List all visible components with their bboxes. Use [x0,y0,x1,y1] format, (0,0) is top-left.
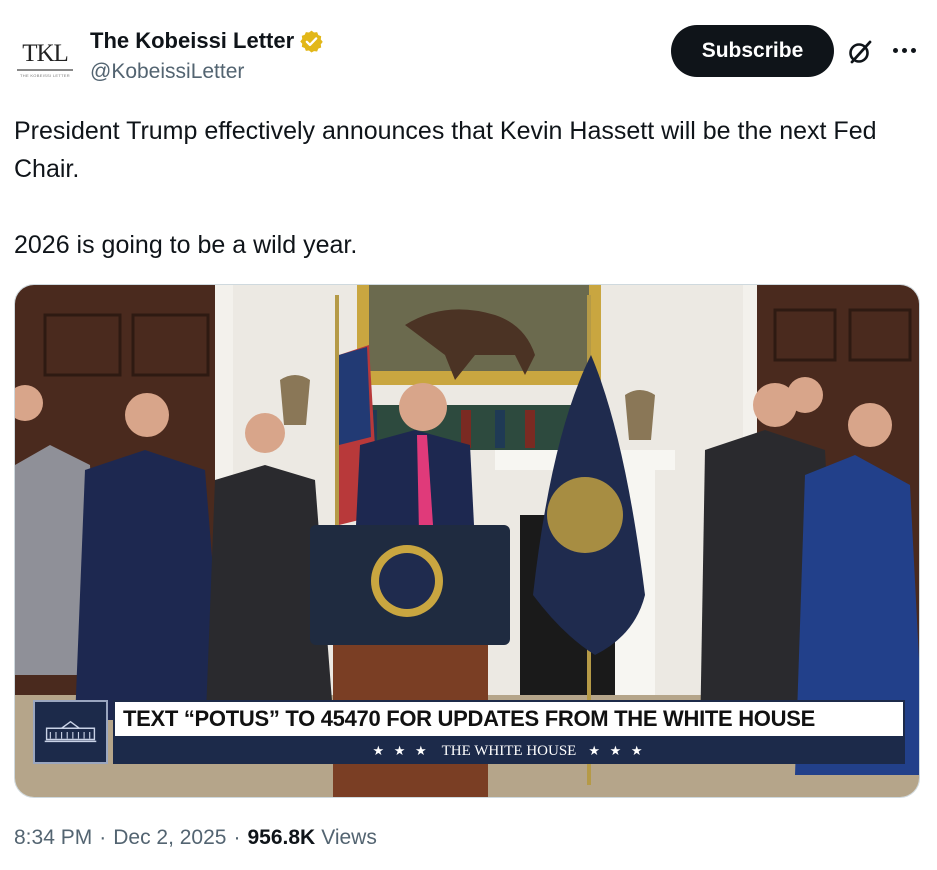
tweet-text: President Trump effectively announces th… [14,112,914,264]
tweet-header: TKL THE KOBEISSI LETTER The Kobeissi Let… [14,22,924,92]
lower-third-banner: TEXT “POTUS” TO 45470 FOR UPDATES FROM T… [33,700,905,764]
tweet-time[interactable]: 8:34 PM [14,826,92,850]
lower-third-main-text: TEXT “POTUS” TO 45470 FOR UPDATES FROM T… [123,706,815,731]
subscribe-button[interactable]: Subscribe [671,25,834,77]
tweet-meta: 8:34 PM · Dec 2, 2025 · 956.8K Views [14,826,377,850]
avatar-logo-rule [17,68,73,71]
views-label: Views [321,826,377,849]
more-dot [901,47,907,53]
verified-badge-icon[interactable] [299,29,324,54]
display-name-row: The Kobeissi Letter [90,28,324,54]
display-name[interactable]: The Kobeissi Letter [90,28,294,54]
white-house-logo-icon [33,700,108,764]
tweet-media-video[interactable]: TEXT “POTUS” TO 45470 FOR UPDATES FROM T… [14,284,920,798]
avatar[interactable]: TKL THE KOBEISSI LETTER [14,28,76,90]
stars-left: ★ ★ ★ [372,743,430,758]
tweet-date[interactable]: Dec 2, 2025 [113,826,226,850]
stars-right: ★ ★ ★ [588,743,646,758]
lower-third-sub-text: THE WHITE HOUSE [441,742,577,759]
more-dot [892,47,898,53]
more-options-icon[interactable] [890,38,918,62]
meta-separator: · [99,826,107,849]
meta-separator: · [233,826,241,849]
tweet-paragraph-1: President Trump effectively announces th… [14,117,877,183]
author-handle[interactable]: @KobeissiLetter [90,60,324,84]
more-dot [910,47,916,53]
lower-third-main-text-box: TEXT “POTUS” TO 45470 FOR UPDATES FROM T… [113,700,905,738]
views-count[interactable]: 956.8K [247,826,315,850]
lower-third-sub-bar: ★ ★ ★ THE WHITE HOUSE ★ ★ ★ [113,738,905,764]
avatar-logo-subtext: THE KOBEISSI LETTER [20,72,70,78]
author-names: The Kobeissi Letter @KobeissiLetter [90,28,324,84]
tweet-paragraph-2: 2026 is going to be a wild year. [14,231,358,259]
avatar-logo-text: TKL [22,39,69,67]
grok-icon[interactable] [846,38,874,66]
